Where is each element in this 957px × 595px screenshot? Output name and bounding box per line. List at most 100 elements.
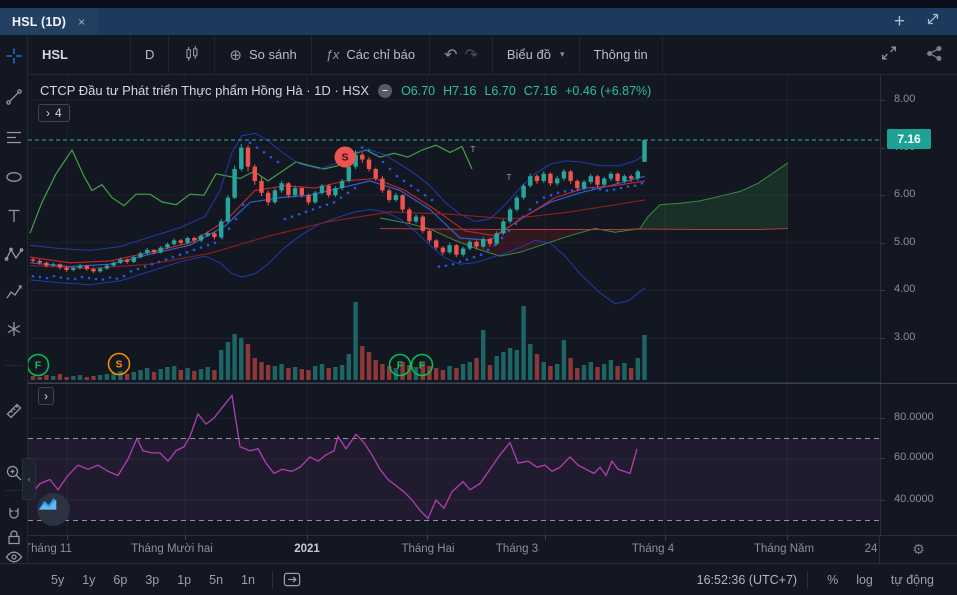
measure-tool[interactable]: [3, 400, 25, 422]
range-button-1y[interactable]: 1y: [75, 571, 102, 589]
range-button-6p[interactable]: 6p: [106, 571, 134, 589]
candle-body: [609, 174, 613, 179]
volume-bar: [125, 374, 129, 380]
indicators-collapse-button[interactable]: › 4: [38, 104, 70, 122]
candle-body: [367, 160, 371, 170]
sar-dot: [53, 275, 56, 278]
percent-scale-button[interactable]: %: [818, 571, 847, 589]
candle-body: [253, 167, 257, 181]
sar-dot: [375, 153, 378, 156]
range-button-5n[interactable]: 5n: [202, 571, 230, 589]
axis-tick: [881, 195, 885, 196]
chart-menu-button[interactable]: Biểu đồ ▾: [493, 35, 580, 74]
range-button-1n[interactable]: 1n: [234, 571, 262, 589]
candle-body: [91, 269, 95, 271]
sar-dot: [165, 258, 168, 261]
axis-tick: [881, 418, 885, 419]
candle-body: [172, 240, 176, 244]
volume-bar: [98, 375, 102, 380]
hide-series-button[interactable]: –: [378, 84, 392, 98]
log-scale-button[interactable]: log: [847, 571, 882, 589]
broker-logo: [37, 493, 70, 526]
sar-dot: [249, 142, 252, 145]
axis-tick: [881, 148, 885, 149]
volume-bar: [232, 334, 236, 380]
volume-bar: [286, 368, 290, 380]
sar-dot: [564, 190, 567, 193]
ellipse-shape-icon: [4, 167, 24, 187]
range-button-3p[interactable]: 3p: [138, 571, 166, 589]
xabcd-pattern-tool[interactable]: [3, 243, 25, 265]
clock[interactable]: 16:52:36 (UTC+7): [697, 573, 797, 587]
candle-body: [548, 174, 552, 184]
add-tab-icon[interactable]: +: [894, 12, 905, 31]
go-to-date-button[interactable]: [283, 571, 302, 588]
ellipse-shape-tool[interactable]: [3, 166, 25, 188]
indicators-button[interactable]: ƒx Các chỉ báo: [312, 35, 430, 74]
signal-marker-f[interactable]: F: [28, 355, 49, 376]
expand-window-icon[interactable]: [925, 11, 941, 32]
candle-body: [78, 266, 82, 268]
signal-marker-s[interactable]: S: [335, 147, 356, 168]
axis-settings-corner[interactable]: ⚙: [879, 536, 957, 563]
interval-button[interactable]: D: [131, 35, 169, 74]
fib-retracement-tool[interactable]: [3, 127, 25, 149]
sar-dot: [613, 188, 616, 191]
pane-divider[interactable]: [28, 383, 957, 384]
candle-body: [407, 210, 411, 222]
close-icon[interactable]: ×: [78, 15, 85, 29]
auto-scale-button[interactable]: tự động: [882, 571, 943, 589]
icons-tool[interactable]: [3, 318, 25, 340]
range-button-1p[interactable]: 1p: [170, 571, 198, 589]
share-button[interactable]: [912, 35, 957, 74]
candle-body: [421, 217, 425, 231]
candle-body: [642, 140, 646, 162]
fullscreen-button[interactable]: [866, 35, 912, 74]
text-tool[interactable]: [3, 205, 25, 227]
chart-tab[interactable]: HSL (1D) ×: [0, 8, 97, 35]
tab-title: HSL (1D): [12, 15, 66, 29]
candle-body: [226, 198, 230, 222]
candle-body: [71, 268, 75, 270]
undo-button[interactable]: ↶: [444, 45, 457, 65]
forecast-tool[interactable]: [3, 281, 25, 303]
candle-body: [589, 176, 593, 182]
volume-bar: [145, 368, 149, 380]
sar-dot: [515, 222, 518, 225]
cross-cursor-tool[interactable]: [3, 45, 25, 67]
axis-tick: [427, 536, 428, 540]
magnet-tool[interactable]: [3, 504, 25, 526]
symbol-title[interactable]: CTCP Đầu tư Phát triển Thực phẩm Hồng Hà…: [40, 83, 369, 98]
sar-dot: [200, 246, 203, 249]
volume-bar: [85, 377, 89, 380]
range-button-5y[interactable]: 5y: [44, 571, 71, 589]
volume-bar: [595, 367, 599, 380]
sar-dot: [130, 270, 133, 273]
price-axis[interactable]: 8.007.006.005.004.003.0080.000060.000040…: [880, 75, 957, 535]
sar-dot: [214, 242, 217, 245]
redo-button[interactable]: ↷: [464, 45, 477, 65]
sar-dot: [494, 244, 497, 247]
sar-dot: [179, 253, 182, 256]
lock-tool[interactable]: [3, 526, 25, 548]
chart-canvas[interactable]: TTFSSFF: [28, 75, 880, 535]
gear-icon[interactable]: ⚙: [912, 541, 925, 558]
compare-button[interactable]: ⊕ So sánh: [215, 35, 311, 74]
volume-bar: [434, 368, 438, 380]
axis-tick: [881, 338, 885, 339]
sar-dot: [466, 258, 469, 261]
sar-dot: [319, 206, 322, 209]
trading-terminal: { "colors":{"up":"#26a69a","down":"#ef53…: [0, 0, 957, 595]
time-axis[interactable]: ⚙ Tháng 11Tháng Mười hai2021Tháng HaiThá…: [28, 535, 957, 563]
info-button[interactable]: Thông tin: [580, 35, 663, 74]
sar-dot: [207, 244, 210, 247]
sar-dot: [361, 146, 364, 149]
svg-text:F: F: [397, 360, 404, 372]
sidebar-collapse-handle[interactable]: ‹: [22, 458, 36, 500]
symbol-button[interactable]: HSL: [28, 35, 131, 74]
chart-style-button[interactable]: [169, 35, 215, 74]
volume-bar: [266, 365, 270, 380]
chart-area[interactable]: TTFSSFF CTCP Đầu tư Phát triển Thực phẩm…: [28, 75, 880, 535]
rsi-collapse-button[interactable]: ›: [38, 387, 54, 405]
trend-line-tool[interactable]: [3, 86, 25, 108]
